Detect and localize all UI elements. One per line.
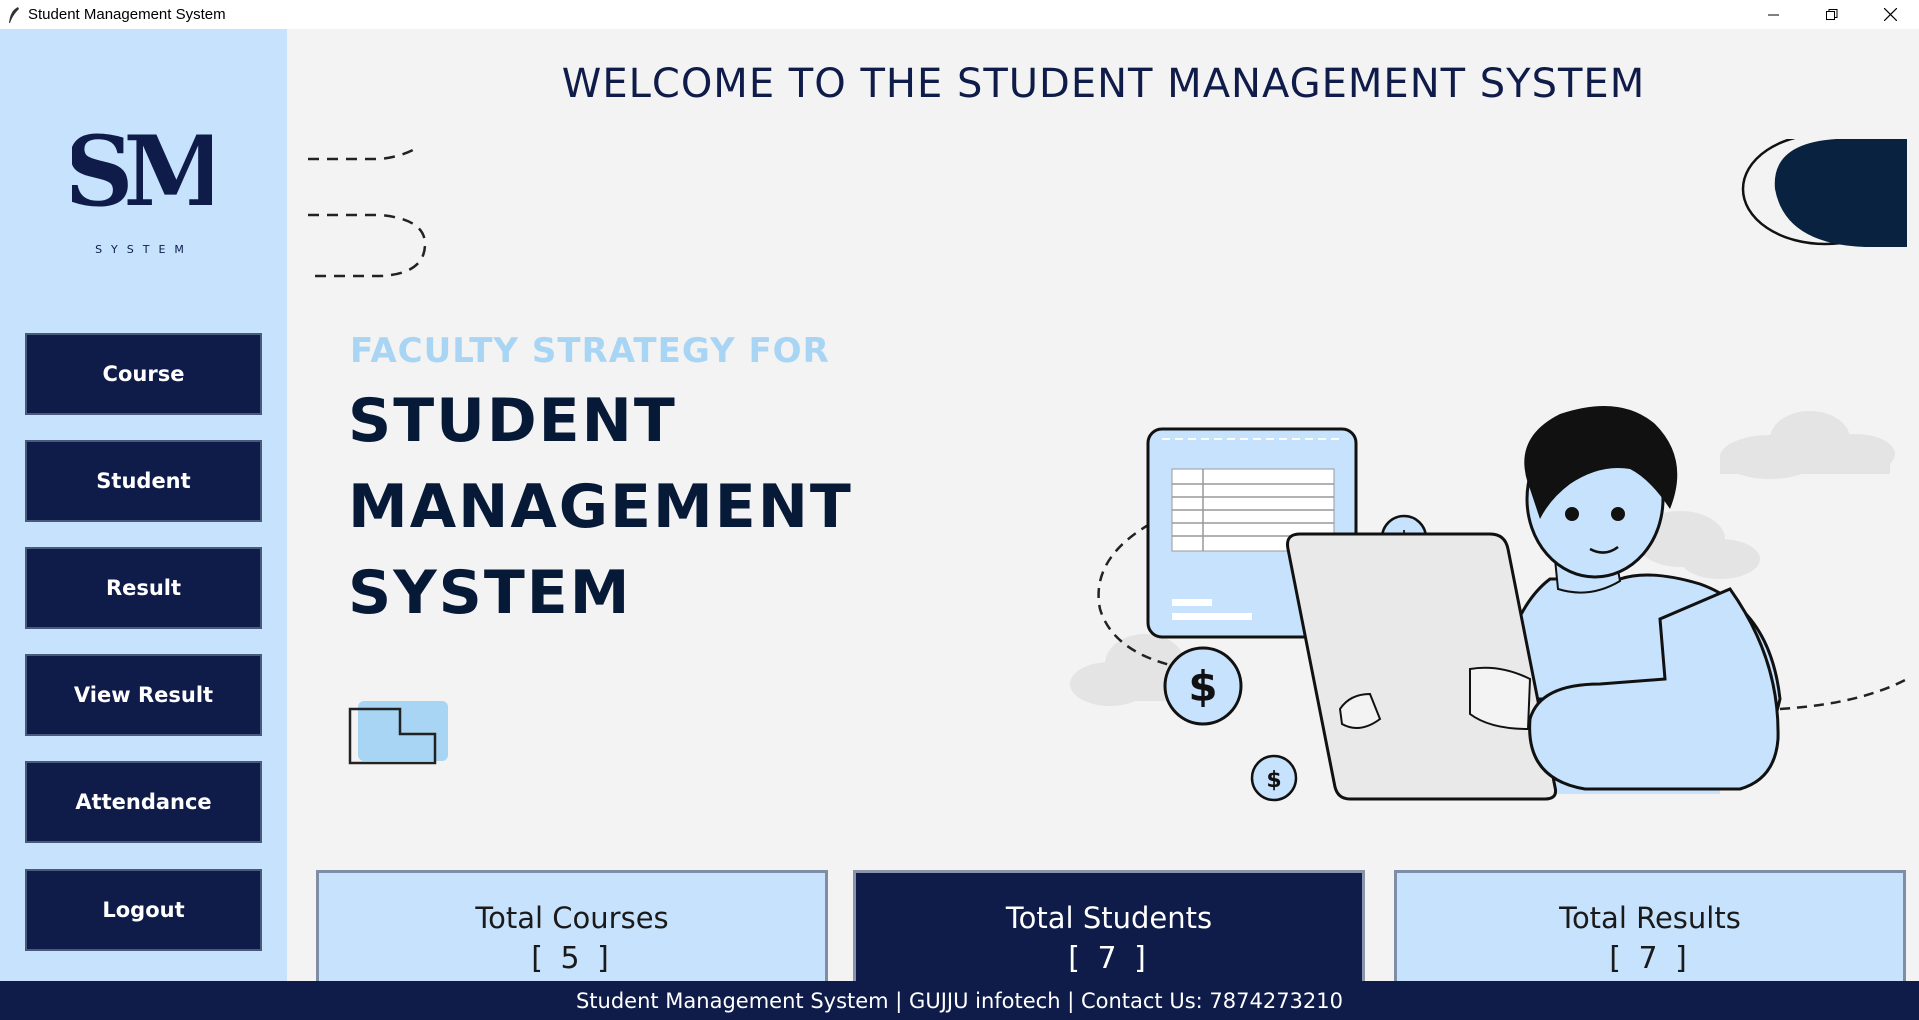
close-icon — [1883, 8, 1897, 21]
footer-bar: Student Management System | GUJJU infote… — [0, 981, 1919, 1020]
svg-text:$: $ — [1266, 768, 1281, 793]
restore-button[interactable] — [1803, 0, 1861, 29]
card-count: [ 7 ] — [1609, 940, 1691, 976]
card-count: [ 5 ] — [531, 940, 613, 976]
card-count: [ 7 ] — [1068, 940, 1150, 976]
card-label: Total Students — [1005, 900, 1213, 935]
svg-text:SM: SM — [72, 117, 212, 228]
banner-line-management: MANAGEMENT — [348, 472, 853, 542]
result-button[interactable]: Result — [25, 547, 262, 629]
footer-text: Student Management System | GUJJU infote… — [575, 988, 1344, 1013]
restore-icon — [1826, 8, 1838, 20]
card-label: Total Results — [1559, 900, 1741, 935]
banner-line-system: SYSTEM — [348, 558, 632, 628]
banner-subtitle: FACULTY STRATEGY FOR — [350, 331, 830, 371]
sm-system-logo: SM SYSTEM — [72, 117, 212, 256]
window-controls — [1745, 0, 1919, 29]
attendance-button[interactable]: Attendance — [25, 761, 262, 843]
svg-text:SYSTEM: SYSTEM — [95, 243, 193, 256]
svg-text:$: $ — [1188, 662, 1217, 711]
banner-line-student: STUDENT — [348, 386, 677, 456]
student-button[interactable]: Student — [25, 440, 262, 522]
title-bar: Student Management System — [0, 0, 1919, 29]
course-button[interactable]: Course — [25, 333, 262, 415]
minimize-icon — [1768, 14, 1779, 15]
view-result-button[interactable]: View Result — [25, 654, 262, 736]
logout-button[interactable]: Logout — [25, 869, 262, 951]
welcome-heading: WELCOME TO THE STUDENT MANAGEMENT SYSTEM — [561, 61, 1646, 107]
feather-icon — [4, 5, 24, 25]
minimize-button[interactable] — [1745, 0, 1803, 29]
close-button[interactable] — [1861, 0, 1919, 29]
card-label: Total Courses — [475, 900, 669, 935]
main-panel: WELCOME TO THE STUDENT MANAGEMENT SYSTEM — [300, 41, 1907, 1006]
sidebar: SM SYSTEM Course Student Result View Res… — [0, 29, 287, 981]
window-title: Student Management System — [28, 6, 226, 23]
